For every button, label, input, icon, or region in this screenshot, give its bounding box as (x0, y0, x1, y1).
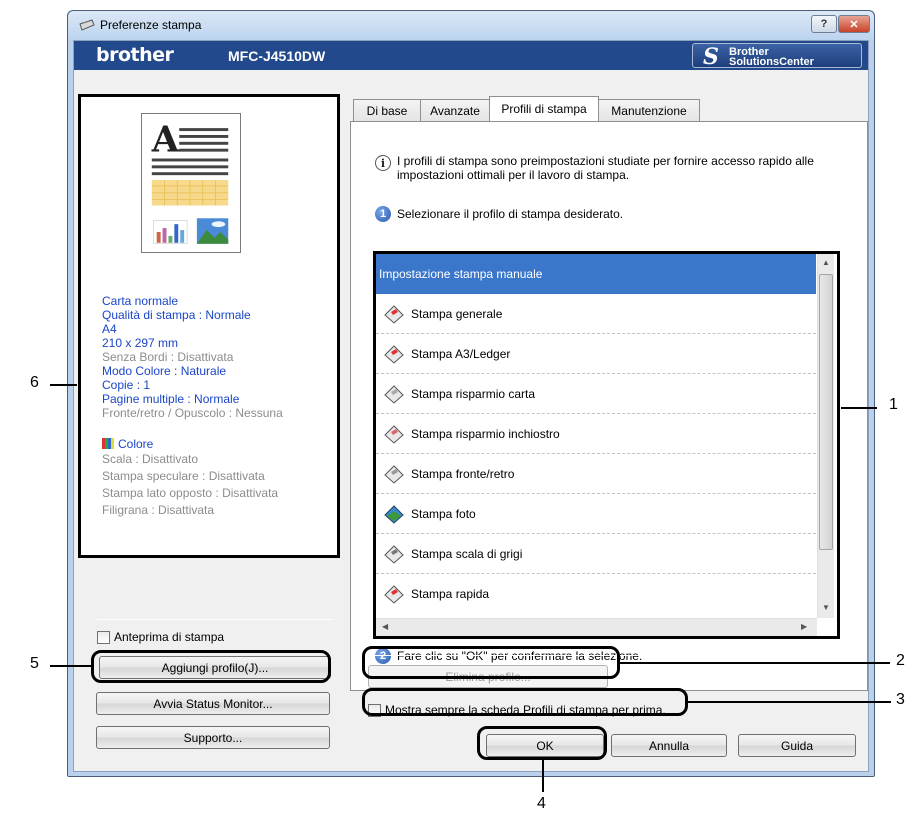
solutions-center-button[interactable]: S Brother SolutionsCenter (692, 43, 862, 70)
callout-box-ok (477, 726, 607, 760)
step-1-icon: 1 (375, 206, 391, 222)
solutions-logo-icon: S (703, 44, 719, 70)
settings-preview-panel: A Carta normale Qualità di stampa: Norm… (78, 94, 340, 558)
scroll-right-icon[interactable]: ▶ (801, 622, 807, 631)
list-item-label: Stampa risparmio carta (411, 386, 536, 401)
svg-text:A: A (151, 120, 180, 161)
brother-logo: brother (96, 44, 174, 66)
scroll-left-icon[interactable]: ◀ (382, 622, 388, 631)
setting-dimensions: 210 x 297 mm (102, 336, 179, 350)
setting-borderless: Senza Bordi : Disattivata (102, 350, 234, 364)
printer-icon (79, 19, 95, 31)
callout-box-add-profile (91, 650, 331, 683)
tab-basic[interactable]: Di base (353, 99, 421, 121)
vertical-scrollbar[interactable]: ▲ ▼ (817, 254, 834, 618)
printer-model: MFC-J4510DW (228, 48, 326, 64)
color-palette-icon (102, 438, 114, 449)
scroll-down-icon[interactable]: ▼ (822, 603, 830, 612)
tab-print-profiles[interactable]: Profili di stampa (489, 96, 599, 121)
profile-printer-icon (384, 384, 404, 404)
color-label: Colore (118, 437, 154, 451)
list-item[interactable]: Impostazione stampa manuale (376, 254, 816, 294)
list-item[interactable]: Stampa A3/Ledger (376, 334, 816, 374)
callout-6: 6 (30, 374, 39, 391)
checkbox-label: Anteprima di stampa (114, 630, 225, 644)
scroll-thumb[interactable] (819, 274, 833, 550)
setting-watermark: Filigrana : Disattivata (102, 503, 215, 517)
step-1-label: Selezionare il profilo di stampa desider… (397, 207, 624, 221)
cancel-button[interactable]: Annulla (611, 734, 727, 757)
list-item-label: Stampa fronte/retro (411, 466, 515, 481)
profile-printer-icon (384, 344, 404, 364)
list-item[interactable]: Stampa foto (376, 494, 816, 534)
callout-3: 3 (896, 691, 905, 708)
profile-printer-icon (384, 544, 404, 564)
setting-copies: Copie : 1 (102, 378, 151, 392)
help-title-button[interactable]: ? (811, 15, 837, 33)
list-item[interactable]: Stampa rapida (376, 574, 816, 614)
setting-mirror: Stampa speculare : Disattivata (102, 469, 265, 483)
setting-color: Colore (102, 437, 153, 451)
list-item-label: Impostazione stampa manuale (379, 267, 543, 281)
setting-paper-type: Carta normale (102, 294, 179, 308)
setting-paper-size: A4 (102, 322, 117, 336)
profile-printer-icon (384, 585, 404, 604)
window-title: Preferenze stampa (100, 18, 202, 32)
callout-line-6 (50, 384, 77, 386)
help-button[interactable]: Guida (738, 734, 856, 757)
callout-box-always-show (362, 688, 688, 716)
callout-line-5 (50, 665, 92, 667)
list-item-label: Stampa rapida (411, 587, 490, 601)
setting-multiple-pages: Pagine multiple : Normale (102, 392, 240, 406)
profile-printer-icon (384, 304, 404, 324)
list-item[interactable]: Stampa fronte/retro (376, 454, 816, 494)
checkbox-box[interactable] (97, 630, 110, 644)
scroll-up-icon[interactable]: ▲ (822, 258, 830, 267)
list-item[interactable]: Stampa scala di grigi (376, 534, 816, 574)
setting-color-mode: Modo Colore : Naturale (102, 364, 227, 378)
list-item-label: Stampa scala di grigi (411, 546, 523, 561)
list-item-label: Stampa risparmio inchiostro (411, 426, 560, 441)
callout-line-3 (688, 701, 891, 703)
callout-2: 2 (896, 652, 905, 669)
close-button[interactable]: ✕ (838, 15, 870, 33)
list-item-label: Stampa foto (411, 506, 476, 521)
left-separator (97, 619, 333, 620)
profile-list[interactable]: Impostazione stampa manuale Stampa gener… (373, 251, 840, 639)
list-item[interactable]: Stampa generale (376, 294, 816, 334)
callout-5: 5 (30, 655, 39, 672)
horizontal-scrollbar[interactable]: ◀ ▶ (376, 618, 817, 636)
profile-printer-icon (384, 424, 404, 444)
profile-printer-icon (384, 464, 404, 484)
title-bar: Preferenze stampa ? ✕ (68, 11, 874, 40)
setting-reverse: Stampa lato opposto : Disattivata (102, 486, 279, 500)
profile-photo-icon (384, 504, 404, 524)
setting-scale: Scala : Disattivato (102, 452, 199, 466)
callout-box-delete-profile (362, 646, 620, 679)
setting-print-quality: Qualità di stampa : Normale (102, 308, 251, 322)
tab-maintenance[interactable]: Manutenzione (598, 99, 700, 121)
support-button[interactable]: Supporto... (96, 726, 330, 749)
info-icon: i (375, 155, 391, 171)
list-item-label: Stampa A3/Ledger (411, 346, 511, 361)
callout-line-2 (620, 662, 890, 664)
callout-line-1 (841, 407, 877, 409)
callout-1: 1 (889, 396, 898, 413)
brand-bar: brother MFC-J4510DW S Brother SolutionsC… (74, 41, 868, 70)
solutions-line2: SolutionsCenter (729, 56, 814, 68)
list-item-label: Stampa generale (411, 306, 503, 321)
status-monitor-button[interactable]: Avvia Status Monitor... (96, 692, 330, 715)
callout-line-4 (542, 760, 544, 792)
tab-advanced[interactable]: Avanzate (420, 99, 490, 121)
list-item[interactable]: Stampa risparmio inchiostro (376, 414, 816, 454)
print-preview-checkbox[interactable]: Anteprima di stampa (97, 630, 224, 644)
setting-duplex: Fronte/retro / Opuscolo : Nessuna (102, 406, 283, 420)
callout-4: 4 (537, 795, 546, 812)
print-profiles-panel: i I profili di stampa sono preimpostazio… (350, 121, 868, 691)
page-preview-thumbnail: A (141, 113, 241, 253)
profiles-info-text: I profili di stampa sono preimpostazioni… (397, 154, 814, 182)
list-item[interactable]: Stampa risparmio carta (376, 374, 816, 414)
